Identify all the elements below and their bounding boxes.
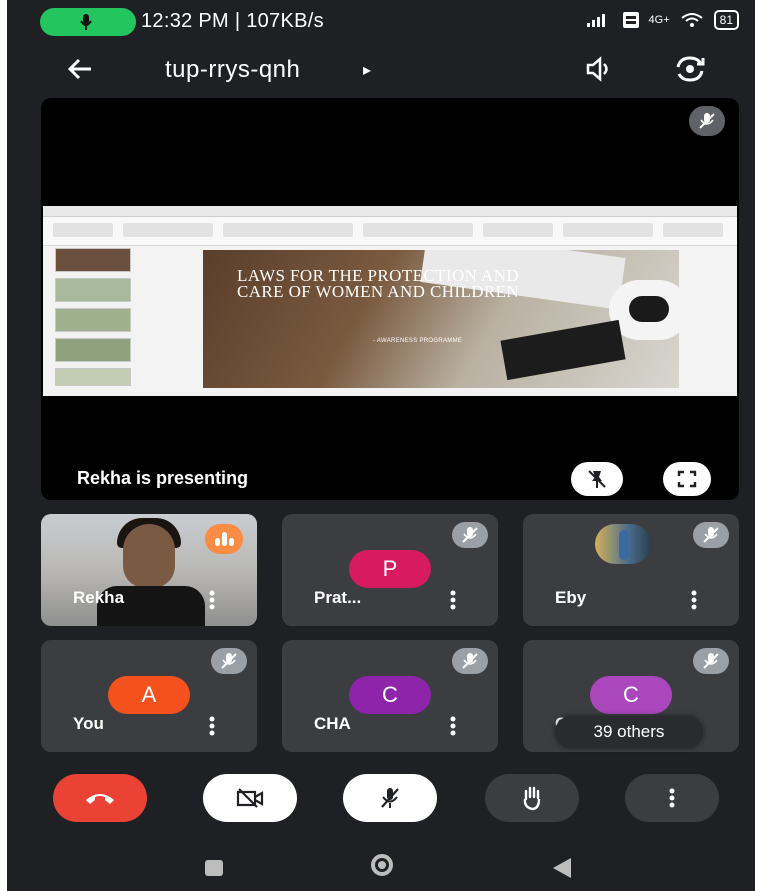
home-icon[interactable] bbox=[371, 854, 393, 876]
participant-tile-cha[interactable]: C CHA bbox=[282, 640, 498, 752]
participant-avatar: C bbox=[590, 676, 672, 714]
presentation-stage: LAWS FOR THE PROTECTION AND CARE OF WOME… bbox=[41, 98, 739, 500]
muted-indicator bbox=[693, 648, 729, 674]
participant-tile-prat[interactable]: P Prat... bbox=[282, 514, 498, 626]
pin-off-icon bbox=[588, 470, 606, 488]
muted-indicator bbox=[211, 648, 247, 674]
phone-hangup-icon bbox=[86, 794, 114, 804]
participant-tile-rekha[interactable]: Rekha bbox=[41, 514, 257, 626]
participant-more-icon[interactable] bbox=[450, 590, 456, 610]
more-options-button[interactable] bbox=[625, 774, 719, 822]
participant-name: Prat... bbox=[314, 588, 362, 607]
participant-name: Eby bbox=[555, 588, 587, 607]
mic-off-icon bbox=[381, 788, 399, 808]
participant-name: You bbox=[73, 714, 104, 733]
app-bar: tup-rrys-qnh ▸ bbox=[7, 50, 755, 90]
camera-toggle-button[interactable] bbox=[203, 774, 297, 822]
status-bar: 12:32 PM | 107KB/s 4G+ 81 bbox=[7, 0, 755, 44]
phone-screen: 12:32 PM | 107KB/s 4G+ 81 tup-rrys-qnh ▸ bbox=[7, 0, 755, 891]
others-count-button[interactable]: 39 others bbox=[555, 716, 703, 748]
participant-avatar: C bbox=[349, 676, 431, 714]
mic-off-icon bbox=[221, 653, 237, 669]
more-vertical-icon bbox=[669, 788, 675, 808]
end-call-button[interactable] bbox=[53, 774, 147, 822]
status-icons: 4G+ 81 bbox=[586, 10, 739, 30]
current-slide: LAWS FOR THE PROTECTION AND CARE OF WOME… bbox=[203, 250, 679, 388]
mic-icon bbox=[80, 14, 92, 30]
volte-icon bbox=[622, 12, 639, 28]
switch-camera-icon[interactable] bbox=[673, 54, 707, 84]
slide-notebook-graphic bbox=[500, 319, 626, 381]
back-triangle-icon[interactable] bbox=[553, 858, 571, 878]
shared-window-ribbon bbox=[43, 217, 737, 246]
participant-tile-eby[interactable]: Eby bbox=[523, 514, 739, 626]
participant-tile-you[interactable]: A You bbox=[41, 640, 257, 752]
participant-avatar-photo bbox=[595, 524, 651, 564]
recents-icon[interactable] bbox=[205, 860, 223, 876]
meeting-details-caret-icon[interactable]: ▸ bbox=[363, 60, 371, 80]
mic-off-icon bbox=[462, 653, 478, 669]
shared-screen: LAWS FOR THE PROTECTION AND CARE OF WOME… bbox=[43, 206, 737, 396]
mic-off-icon bbox=[703, 653, 719, 669]
network-type: 4G+ bbox=[648, 14, 670, 26]
participant-more-icon[interactable] bbox=[209, 716, 215, 736]
speaking-indicator bbox=[205, 524, 243, 554]
raise-hand-button[interactable] bbox=[485, 774, 579, 822]
participant-more-icon[interactable] bbox=[209, 590, 215, 610]
system-nav-bar bbox=[7, 840, 755, 891]
unpin-button[interactable] bbox=[571, 462, 623, 496]
signal-icon bbox=[586, 14, 605, 27]
mic-toggle-button[interactable] bbox=[343, 774, 437, 822]
muted-indicator bbox=[693, 522, 729, 548]
participant-name: Rekha bbox=[73, 588, 125, 607]
participant-more-icon[interactable] bbox=[450, 716, 456, 736]
meeting-code[interactable]: tup-rrys-qnh bbox=[165, 56, 300, 84]
presenter-label: Rekha is presenting bbox=[77, 468, 249, 488]
participant-avatar: P bbox=[349, 550, 431, 588]
back-arrow-icon[interactable] bbox=[65, 54, 95, 84]
speaker-icon[interactable] bbox=[585, 56, 615, 82]
participant-more-icon[interactable] bbox=[691, 590, 697, 610]
mic-off-icon bbox=[703, 527, 719, 543]
slide-subtitle: - AWARENESS PROGRAMME bbox=[373, 338, 463, 344]
mic-off-icon bbox=[699, 113, 715, 129]
hand-icon bbox=[523, 786, 541, 811]
mic-active-indicator[interactable] bbox=[40, 8, 136, 36]
slide-thumbnails bbox=[55, 248, 131, 388]
fullscreen-icon bbox=[677, 470, 697, 488]
wifi-icon bbox=[681, 13, 703, 27]
status-time-speed: 12:32 PM | 107KB/s bbox=[141, 10, 324, 32]
battery-indicator: 81 bbox=[713, 10, 739, 30]
slide-title: LAWS FOR THE PROTECTION AND CARE OF WOME… bbox=[237, 266, 520, 301]
muted-indicator bbox=[452, 522, 488, 548]
participant-name: CHA bbox=[314, 714, 351, 733]
camera-off-icon bbox=[236, 788, 264, 808]
fullscreen-button[interactable] bbox=[663, 462, 711, 496]
shared-window-titlebar bbox=[43, 206, 737, 217]
mic-off-icon bbox=[462, 527, 478, 543]
stage-muted-indicator bbox=[689, 106, 725, 136]
participant-avatar: A bbox=[108, 676, 190, 714]
muted-indicator bbox=[452, 648, 488, 674]
